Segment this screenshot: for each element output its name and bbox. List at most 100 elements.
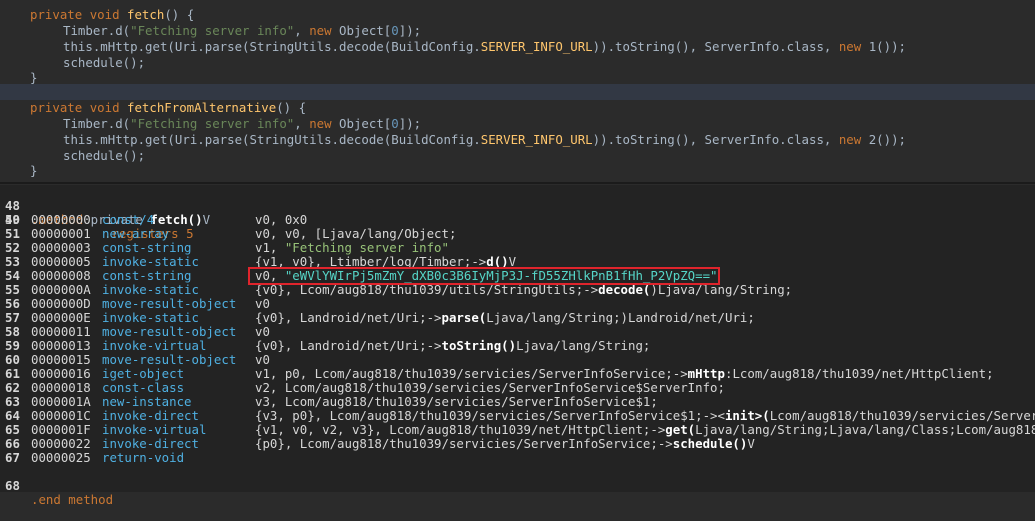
opcode: return-void [102,450,185,465]
end-method-directive: .end method [31,492,114,507]
address: 0000001C [31,408,91,423]
http-end: 2()); [861,132,906,147]
smali-line-55: 55 0000000A invoke-static {v0}, Lcom/aug818… [0,283,1035,297]
opcode: const-string [102,240,192,255]
address: 00000022 [31,436,91,451]
smali-line-61: 61 00000016 iget-object v1, p0, Lcom/aug818… [0,367,1035,381]
operands: v0 [255,324,270,339]
address: 00000011 [31,324,91,339]
opcode: invoke-direct [102,408,199,423]
smali-line-68: 68 .end method [0,465,1035,507]
timber-string: "Fetching server info" [130,116,295,131]
smali-line-48: 48 .method private fetch()V [0,185,1035,227]
address: 00000001 [31,226,91,241]
smali-line-63: 63 0000001A new-instance v3, Lcom/aug818/th… [0,395,1035,409]
operand-ref: {v0}, Landroid/net/Uri;-> [255,310,442,325]
line-number: 52 [5,240,20,255]
timber-comma: , [294,23,310,38]
smali-line-62: 62 00000018 const-class v2, Lcom/aug818/thu… [0,381,1035,395]
java-fetch-timber-line: Timber.d("Fetching server info", new Obj… [63,23,421,39]
member-name: schedule() [672,436,748,451]
line-number: 64 [5,408,20,423]
java-fetch-schedule: schedule(); [63,55,146,70]
java-fetch-http-line: this.mHttp.get(Uri.parse(StringUtils.dec… [63,39,906,55]
line-number: 58 [5,324,20,339]
java-alt-http-line: this.mHttp.get(Uri.parse(StringUtils.dec… [63,132,906,148]
opcode: move-result-object [102,352,237,367]
line-number: 63 [5,394,20,409]
member-name: init>( [724,408,770,423]
operands: {v0}, Landroid/net/Uri;->toString()Ljava… [255,339,650,353]
operand-ref: {v0}, Landroid/net/Uri;-> [255,338,442,353]
line-number: 51 [5,226,20,241]
http-prefix: this.mHttp.get(Uri.parse(StringUtils.dec… [63,39,481,54]
opcode: const-class [102,380,185,395]
address: 00000003 [31,240,91,255]
operand-sig: Lcom/aug818/thu1039/servicies/ServerInf [769,408,1035,423]
kw-new: new [309,23,332,38]
line-number: 55 [5,282,20,297]
timber-string: "Fetching server info" [130,23,295,38]
opcode: invoke-static [102,254,199,269]
java-fetch-signature: private void fetch() { [30,7,194,23]
http-mid: )).toString(), ServerInfo.class, [592,39,839,54]
operand-ref: {p0}, Lcom/aug818/thu1039/servicies/Serv… [255,436,673,451]
method-name-fetch-alt[interactable]: fetchFromAlternative [127,100,276,115]
address: 00000008 [31,268,91,283]
line-number: 53 [5,254,20,269]
member-name: parse( [441,310,487,325]
timber-end: ]); [398,23,422,38]
java-alt-timber-line: Timber.d("Fetching server info", new Obj… [63,116,421,132]
operands: v0, v0, [Ljava/lang/Object; [255,226,457,241]
smali-line-56: 56 0000000D move-result-object v0 [0,297,1035,311]
smali-line-65: 65 0000001F invoke-virtual {v1, v0, v2, v3}… [0,423,1035,437]
smali-line-57: 57 0000000E invoke-static {v0}, Landroid/ne… [0,311,1035,325]
line-number: 54 [5,268,20,283]
kw-private: private [30,100,83,115]
line-number: 60 [5,352,20,367]
smali-line-64: 64 0000001C invoke-direct {v3, p0}, Lcom/au… [0,409,1035,423]
line-number: 56 [5,296,20,311]
method-separator [0,84,1035,100]
smali-line-50: 50 00000000 const/4 v0, 0x0 [0,213,1035,227]
address: 00000018 [31,380,91,395]
server-info-url-const[interactable]: SERVER_INFO_URL [481,132,593,147]
operands: v1, "Fetching server info" [255,241,449,255]
address: 00000005 [31,254,91,269]
operand-regs: v1, [255,240,285,255]
operand-sig: Ljava/lang/String; [516,338,651,353]
kw-new: new [838,39,862,54]
java-source-pane: private void fetch() { Timber.d("Fetchin… [0,0,1035,182]
kw-private: private [30,7,83,22]
method-name-fetch[interactable]: fetch [127,7,164,22]
operand-sig: V [747,436,755,451]
operands: v1, p0, Lcom/aug818/thu1039/servicies/Se… [255,367,994,381]
timber-object: Object[ [331,23,392,38]
operands: v3, Lcom/aug818/thu1039/servicies/Server… [255,394,658,409]
member-name: toString() [441,338,517,353]
line-number: 67 [5,450,20,465]
http-mid: )).toString(), ServerInfo.class, [592,132,839,147]
timber-object: Object[ [331,116,392,131]
pane-divider[interactable] [0,182,1035,184]
smali-line-58: 58 00000011 move-result-object v0 [0,325,1035,339]
address: 0000001A [31,394,91,409]
http-end: 1()); [861,39,906,54]
smali-line-49: 49 .registers 5 [0,199,1035,241]
operand-sig: :Lcom/aug818/thu1039/net/HttpClient; [724,366,994,381]
opcode: const-string [102,268,192,283]
line-number: 62 [5,380,20,395]
opcode: invoke-static [102,282,199,297]
operand-ref: {v3, p0}, Lcom/aug818/thu1039/servicies/… [255,408,725,423]
address: 00000013 [31,338,91,353]
opcode: invoke-virtual [102,338,207,353]
member-name: mHttp [687,366,725,381]
smali-line-67: 67 00000025 return-void [0,451,1035,465]
opcode: invoke-virtual [102,422,207,437]
http-prefix: this.mHttp.get(Uri.parse(StringUtils.dec… [63,132,481,147]
line-number: 68 [5,478,20,493]
server-info-url-const[interactable]: SERVER_INFO_URL [481,39,593,54]
highlight-box [248,267,720,285]
line-number: 57 [5,310,20,325]
timber-end: ]); [398,116,422,131]
